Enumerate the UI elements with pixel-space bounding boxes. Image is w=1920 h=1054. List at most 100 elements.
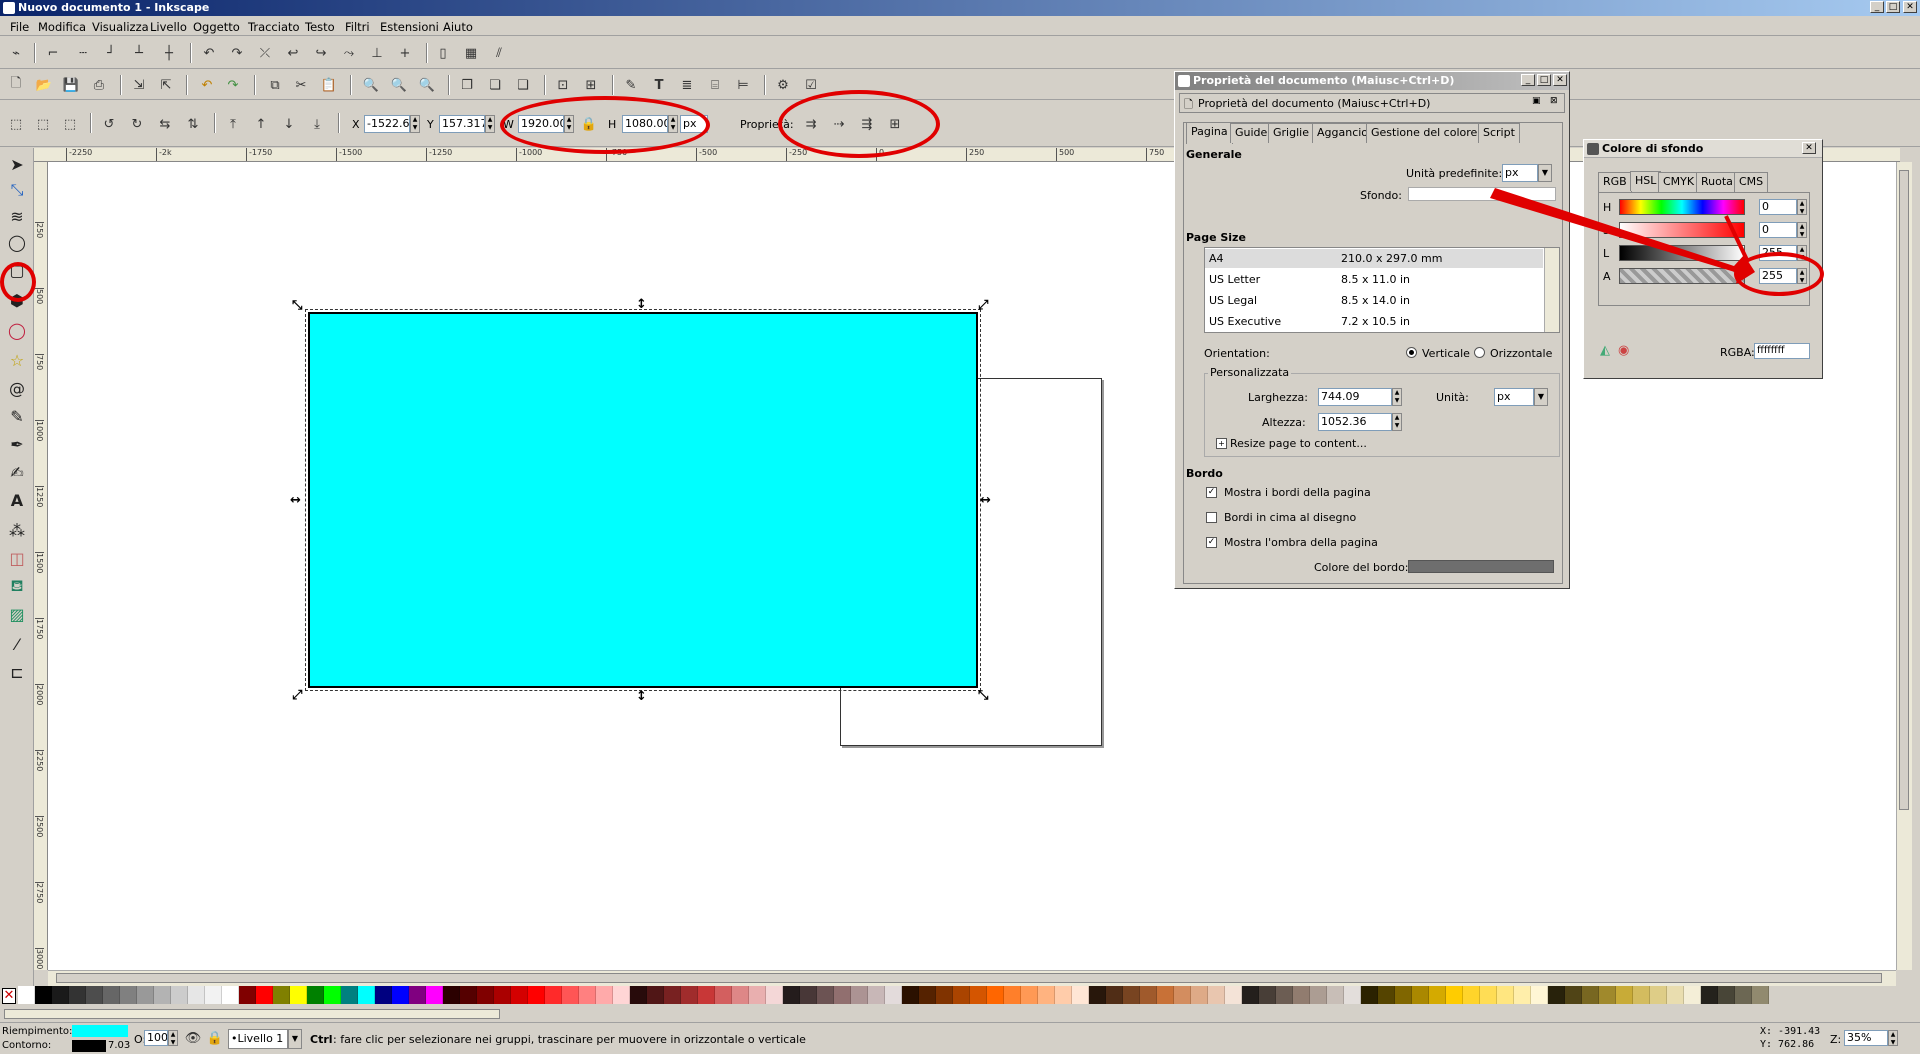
x-field[interactable]: -1522.6 bbox=[364, 115, 410, 133]
zoom-drawing-icon[interactable]: 🔍 bbox=[388, 74, 410, 96]
palette-swatch[interactable] bbox=[834, 986, 851, 1004]
unlink-clone-icon[interactable]: ❑ bbox=[512, 74, 534, 96]
lower-icon[interactable]: ↓ bbox=[278, 113, 300, 135]
scale-handle-n-icon[interactable]: ↕ bbox=[636, 298, 647, 311]
flip-vertical-icon[interactable]: ⇅ bbox=[182, 113, 204, 135]
background-color-button[interactable] bbox=[1408, 187, 1556, 201]
menu-tracciato[interactable]: Tracciato bbox=[248, 20, 300, 34]
star-tool-icon[interactable]: ☆ bbox=[5, 348, 29, 372]
tab-ruota[interactable]: Ruota bbox=[1696, 172, 1738, 192]
page-size-name[interactable]: A4 bbox=[1209, 252, 1224, 265]
palette-swatch[interactable] bbox=[1242, 986, 1259, 1004]
lightness-slider[interactable] bbox=[1619, 245, 1745, 261]
palette-swatch[interactable] bbox=[137, 986, 154, 1004]
show-border-checkbox[interactable]: ✓ bbox=[1206, 487, 1217, 498]
snap-bbox-corner-icon[interactable]: ┘ bbox=[100, 42, 122, 64]
palette-swatch[interactable] bbox=[545, 986, 562, 1004]
palette-swatch[interactable] bbox=[1327, 986, 1344, 1004]
tab-gestione-colore[interactable]: Gestione del colore bbox=[1366, 123, 1483, 143]
palette-swatch[interactable] bbox=[613, 986, 630, 1004]
palette-swatch[interactable] bbox=[817, 986, 834, 1004]
horizontal-scroll-thumb[interactable] bbox=[56, 973, 1882, 983]
stroke-indicator[interactable] bbox=[72, 1040, 106, 1052]
doc-props-minimize-button[interactable]: _ bbox=[1521, 74, 1535, 86]
palette-swatch[interactable] bbox=[596, 986, 613, 1004]
undo-icon[interactable]: ↶ bbox=[196, 74, 218, 96]
layer-select[interactable]: •Livello 1 bbox=[228, 1029, 288, 1049]
vertical-scroll-thumb[interactable] bbox=[1899, 170, 1909, 810]
tab-script[interactable]: Script bbox=[1478, 123, 1520, 143]
palette-swatch[interactable] bbox=[1123, 986, 1140, 1004]
palette-swatch[interactable] bbox=[392, 986, 409, 1004]
palette-swatch[interactable] bbox=[52, 986, 69, 1004]
palette-swatch[interactable] bbox=[1752, 986, 1769, 1004]
palette-swatch[interactable] bbox=[1038, 986, 1055, 1004]
selector-tool-icon[interactable]: ➤ bbox=[5, 152, 29, 176]
hue-slider[interactable] bbox=[1619, 199, 1745, 215]
snap-midpoints-icon[interactable]: ⤳ bbox=[338, 42, 360, 64]
palette-swatch[interactable] bbox=[647, 986, 664, 1004]
page-size-name[interactable]: US Letter bbox=[1209, 273, 1260, 286]
palette-swatch[interactable] bbox=[1106, 986, 1123, 1004]
palette-swatch[interactable] bbox=[1004, 986, 1021, 1004]
palette-swatch[interactable] bbox=[324, 986, 341, 1004]
menu-file[interactable]: File bbox=[10, 20, 29, 34]
palette-swatch[interactable] bbox=[1616, 986, 1633, 1004]
tab-aggancio[interactable]: Aggancio bbox=[1312, 123, 1374, 143]
bg-color-close-button[interactable]: ✕ bbox=[1802, 142, 1816, 154]
export-icon[interactable]: ⇱ bbox=[155, 74, 177, 96]
channel-h-field[interactable]: 0 bbox=[1759, 199, 1797, 215]
height-field[interactable]: 1052.36 bbox=[1318, 413, 1392, 431]
saturation-slider[interactable] bbox=[1619, 222, 1745, 238]
y-spinner[interactable]: ▲ ▼ bbox=[485, 115, 495, 133]
palette-swatch[interactable] bbox=[358, 986, 375, 1004]
palette-swatch[interactable] bbox=[579, 986, 596, 1004]
scale-handle-w-icon[interactable]: ↔ bbox=[290, 494, 301, 507]
spiral-tool-icon[interactable]: @ bbox=[5, 376, 29, 400]
palette-swatch[interactable] bbox=[341, 986, 358, 1004]
palette-swatch[interactable] bbox=[953, 986, 970, 1004]
palette-swatch[interactable] bbox=[154, 986, 171, 1004]
snap-guide-icon[interactable]: ⫽ bbox=[488, 42, 510, 64]
text-font-icon[interactable]: T bbox=[648, 74, 670, 96]
palette-swatch[interactable] bbox=[103, 986, 120, 1004]
palette-swatch[interactable] bbox=[681, 986, 698, 1004]
calligraphy-tool-icon[interactable]: ✍ bbox=[5, 460, 29, 484]
palette-swatch[interactable] bbox=[1582, 986, 1599, 1004]
palette-swatch[interactable] bbox=[1208, 986, 1225, 1004]
tab-hsl[interactable]: HSL bbox=[1630, 171, 1662, 191]
page-size-name[interactable]: US Executive bbox=[1209, 315, 1281, 328]
palette-swatch[interactable] bbox=[1140, 986, 1157, 1004]
menu-testo[interactable]: Testo bbox=[305, 20, 335, 34]
palette-swatch[interactable] bbox=[1378, 986, 1395, 1004]
redo-icon[interactable]: ↷ bbox=[222, 74, 244, 96]
menu-oggetto[interactable]: Oggetto bbox=[193, 20, 240, 34]
close-button[interactable]: ✕ bbox=[1903, 1, 1917, 13]
snap-page-border-icon[interactable]: ▯ bbox=[432, 42, 454, 64]
flip-horizontal-icon[interactable]: ⇆ bbox=[154, 113, 176, 135]
palette-swatch[interactable] bbox=[800, 986, 817, 1004]
scale-handle-e-icon[interactable]: ↔ bbox=[980, 494, 991, 507]
palette-swatch[interactable] bbox=[1531, 986, 1548, 1004]
snap-cusp-icon[interactable]: ↩ bbox=[282, 42, 304, 64]
tab-cmyk[interactable]: CMYK bbox=[1658, 172, 1700, 192]
palette-swatch[interactable] bbox=[1293, 986, 1310, 1004]
palette-swatch[interactable] bbox=[460, 986, 477, 1004]
snap-bbox-edge-icon[interactable]: ┄ bbox=[72, 42, 94, 64]
select-all-icon[interactable]: ⬚ bbox=[5, 113, 27, 135]
palette-swatch[interactable] bbox=[1480, 986, 1497, 1004]
doc-props-maximize-button[interactable]: □ bbox=[1537, 74, 1551, 86]
palette-swatch[interactable] bbox=[1599, 986, 1616, 1004]
menu-filtri[interactable]: Filtri bbox=[345, 20, 370, 34]
palette-swatch[interactable] bbox=[1174, 986, 1191, 1004]
palette-swatch[interactable] bbox=[1259, 986, 1276, 1004]
palette-swatch[interactable] bbox=[1429, 986, 1446, 1004]
snap-object-center-icon[interactable]: ⊥ bbox=[366, 42, 388, 64]
tab-guide[interactable]: Guide bbox=[1230, 123, 1273, 143]
opacity-field[interactable]: 100 bbox=[144, 1030, 168, 1046]
palette-swatch[interactable] bbox=[1021, 986, 1038, 1004]
alpha-slider[interactable] bbox=[1619, 268, 1745, 284]
no-paint-swatch-icon[interactable]: ✕ bbox=[2, 988, 16, 1004]
import-icon[interactable]: ⇲ bbox=[128, 74, 150, 96]
deselect-icon[interactable]: ⬚ bbox=[59, 113, 81, 135]
